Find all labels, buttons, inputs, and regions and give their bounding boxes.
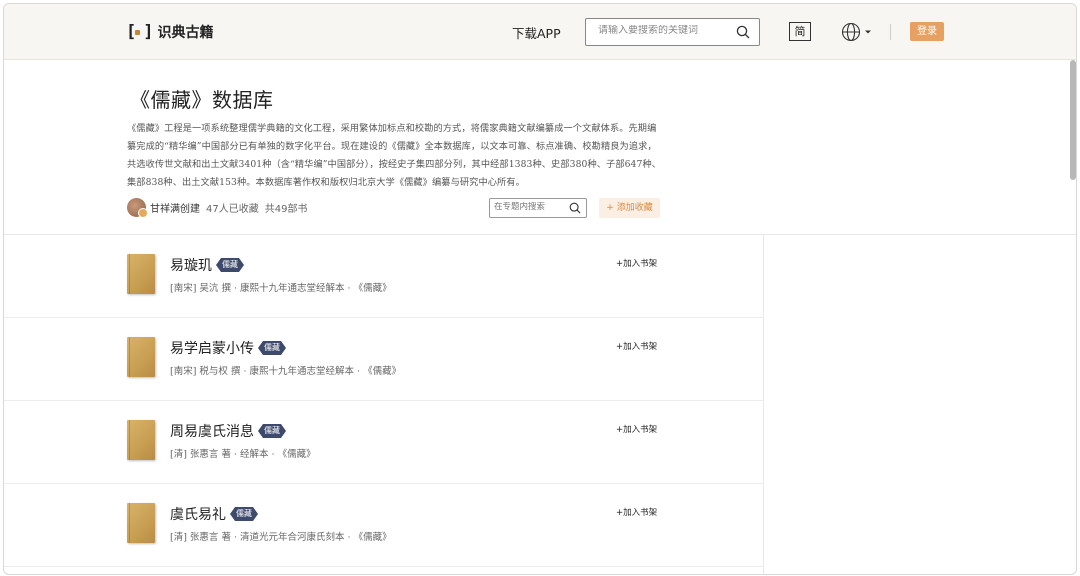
script-toggle-button[interactable]: 简: [789, 22, 811, 41]
book-title[interactable]: 虞氏易礼 儒藏: [170, 504, 258, 524]
page-scrollbar[interactable]: [1070, 60, 1076, 180]
logo-text: 识典古籍: [157, 25, 214, 41]
divider: [890, 24, 891, 40]
chevron-down-icon: [865, 30, 871, 34]
book-cover[interactable]: [127, 337, 155, 377]
book-title-text[interactable]: 易学启蒙小传: [170, 338, 254, 358]
source-tag: 儒藏: [230, 507, 258, 521]
avatar[interactable]: [127, 198, 148, 218]
book-cover[interactable]: [127, 420, 155, 460]
top-nav: [] 识典古籍 下载APP 简 登录: [4, 4, 1076, 60]
download-app-link[interactable]: 下载APP: [512, 23, 561, 42]
browser-viewport: [] 识典古籍 下载APP 简 登录 《儒藏》数据库 《儒藏》工程是一项系统整理…: [3, 3, 1077, 575]
source-tag: 儒藏: [258, 341, 286, 355]
favorite-count: 47人已收藏: [206, 204, 259, 215]
site-logo[interactable]: [] 识典古籍: [126, 21, 214, 43]
search-input[interactable]: [598, 25, 728, 36]
add-to-shelf-button[interactable]: +加入书架: [616, 506, 657, 518]
book-title[interactable]: 易学启蒙小传 儒藏: [170, 338, 286, 358]
book-title-text[interactable]: 易璇玑: [170, 255, 212, 275]
search-icon[interactable]: [736, 25, 750, 39]
creator-name[interactable]: 甘祥满创建: [150, 200, 200, 215]
list-item[interactable]: 易学启蒙小传 儒藏 [南宋] 税与权 撰 · 康熙十九年通志堂经解本 · 《儒藏》…: [4, 318, 764, 401]
collection-meta: 甘祥满创建 47人已收藏 共49部书: [127, 198, 313, 218]
page-title: 《儒藏》数据库: [130, 88, 274, 112]
topic-search-input[interactable]: [494, 202, 564, 212]
global-search[interactable]: [585, 18, 760, 46]
book-count: 共49部书: [264, 204, 308, 215]
add-to-shelf-button[interactable]: +加入书架: [616, 257, 657, 269]
language-menu[interactable]: [841, 21, 873, 43]
add-to-shelf-button[interactable]: +加入书架: [616, 340, 657, 352]
list-item[interactable]: 虞氏易礼 儒藏 [清] 张惠言 著 · 清道光元年合河康氏刻本 · 《儒藏》 +加…: [4, 484, 764, 567]
source-tag: 儒藏: [216, 258, 244, 272]
list-item[interactable]: 易璇玑 儒藏 [南宋] 吴沆 撰 · 康熙十九年通志堂经解本 · 《儒藏》 +加入…: [4, 235, 764, 318]
book-cover[interactable]: [127, 254, 155, 294]
search-icon[interactable]: [569, 202, 581, 214]
globe-icon: [841, 22, 861, 42]
book-title-text[interactable]: 周易虞氏消息: [170, 421, 254, 441]
book-meta: [清] 张惠言 著 · 清道光元年合河康氏刻本 · 《儒藏》: [170, 532, 392, 543]
add-to-shelf-button[interactable]: +加入书架: [616, 423, 657, 435]
collection-intro: 《儒藏》数据库 《儒藏》工程是一项系统整理儒学典籍的文化工程，采用繁体加标点和校…: [4, 61, 1076, 235]
add-favorite-button[interactable]: + 添加收藏: [599, 198, 660, 218]
book-cover[interactable]: [127, 503, 155, 543]
book-title-text[interactable]: 虞氏易礼: [170, 504, 226, 524]
book-meta: [清] 张惠言 著 · 经解本 · 《儒藏》: [170, 449, 316, 460]
list-item[interactable]: 周易虞氏消息 儒藏 [清] 张惠言 著 · 经解本 · 《儒藏》 +加入书架: [4, 401, 764, 484]
book-meta: [南宋] 税与权 撰 · 康熙十九年通志堂经解本 · 《儒藏》: [170, 366, 402, 377]
book-list: 易璇玑 儒藏 [南宋] 吴沆 撰 · 康熙十九年通志堂经解本 · 《儒藏》 +加入…: [4, 235, 764, 574]
login-button[interactable]: 登录: [910, 22, 944, 41]
collection-description: 《儒藏》工程是一项系统整理儒学典籍的文化工程，采用繁体加标点和校勘的方式，将儒家…: [127, 123, 662, 188]
logo-mark-icon: []: [126, 22, 153, 42]
book-meta: [南宋] 吴沆 撰 · 康熙十九年通志堂经解本 · 《儒藏》: [170, 283, 392, 294]
topic-search[interactable]: [489, 198, 587, 218]
book-title[interactable]: 周易虞氏消息 儒藏: [170, 421, 286, 441]
book-title[interactable]: 易璇玑 儒藏: [170, 255, 244, 275]
source-tag: 儒藏: [258, 424, 286, 438]
